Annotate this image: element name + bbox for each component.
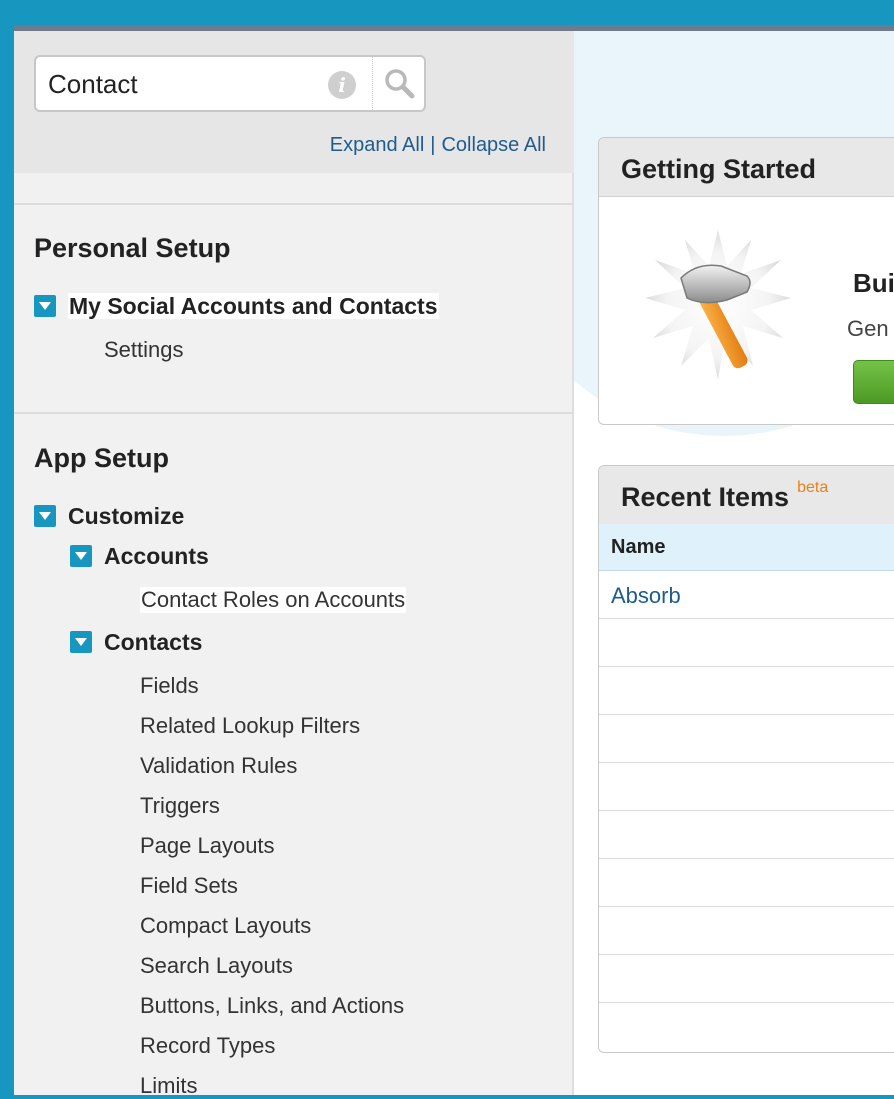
- search-area: i Expand All|Collapse All: [14, 31, 574, 173]
- column-name[interactable]: Name: [611, 536, 665, 559]
- tree-node-contacts[interactable]: Contacts: [104, 629, 202, 656]
- tree-item-field-sets[interactable]: Field Sets: [140, 873, 238, 899]
- recent-items-header: Recent Items beta: [599, 466, 894, 525]
- tree-item-buttons-links-actions[interactable]: Buttons, Links, and Actions: [140, 993, 404, 1019]
- tree-item-record-types[interactable]: Record Types: [140, 1033, 275, 1059]
- tree-item-related-lookup-filters[interactable]: Related Lookup Filters: [140, 713, 360, 739]
- tree-item-triggers[interactable]: Triggers: [140, 793, 220, 819]
- recent-items-panel: Recent Items beta Name Absorb: [598, 465, 894, 1053]
- table-row: [599, 715, 894, 763]
- recent-item-link[interactable]: Absorb: [611, 583, 681, 609]
- tree-item-fields[interactable]: Fields: [140, 673, 199, 699]
- tree-node-social-accounts[interactable]: My Social Accounts and Contacts: [68, 293, 439, 320]
- beta-badge: beta: [797, 479, 829, 496]
- tree-item-compact-layouts[interactable]: Compact Layouts: [140, 913, 311, 939]
- table-row: [599, 811, 894, 859]
- recent-items-title: Recent Items beta: [621, 479, 829, 513]
- table-row: [599, 955, 894, 1003]
- info-icon[interactable]: i: [328, 71, 356, 99]
- table-row: [599, 859, 894, 907]
- getting-started-header: Getting Started: [599, 138, 894, 197]
- search-button[interactable]: [373, 57, 426, 110]
- tree-node-accounts[interactable]: Accounts: [104, 543, 209, 570]
- collapse-all-link[interactable]: Collapse All: [441, 134, 546, 156]
- getting-started-heading: Bui: [853, 268, 894, 298]
- tree-item-search-layouts[interactable]: Search Layouts: [140, 953, 293, 979]
- main-content: Getting Started Bui Gen Recent Items bet…: [574, 31, 894, 1095]
- table-row: [599, 763, 894, 811]
- triangle-down-icon[interactable]: [34, 505, 56, 527]
- section-divider: [14, 412, 574, 414]
- personal-setup-title: Personal Setup: [34, 233, 231, 263]
- table-row: [599, 907, 894, 955]
- tree-links: Expand All | Collapse All: [330, 134, 546, 157]
- tree-node-customize[interactable]: Customize: [68, 503, 184, 530]
- hammer-icon: [645, 230, 791, 380]
- expand-all-link[interactable]: Expand All: [330, 134, 425, 156]
- getting-started-title: Getting Started: [621, 154, 817, 184]
- triangle-down-icon[interactable]: [34, 295, 56, 317]
- tree-item-limits[interactable]: Limits: [140, 1073, 197, 1099]
- recent-items-table-header: Name: [599, 524, 894, 571]
- tree-node-label: My Social Accounts and Contacts: [68, 293, 439, 319]
- table-row: Absorb: [599, 571, 894, 619]
- quick-find-input[interactable]: [48, 67, 318, 101]
- tree-item-settings[interactable]: Settings: [104, 337, 184, 363]
- table-row: [599, 667, 894, 715]
- getting-started-description: Gen: [847, 316, 889, 341]
- search-box: i: [34, 55, 426, 112]
- sidebar-gap: [14, 173, 574, 205]
- search-icon: [385, 69, 415, 99]
- tree-item-contact-roles[interactable]: Contact Roles on Accounts: [140, 587, 407, 613]
- app-setup-title: App Setup: [34, 443, 169, 473]
- table-row: [599, 619, 894, 667]
- triangle-down-icon[interactable]: [70, 631, 92, 653]
- setup-sidebar: i Expand All|Collapse All Personal Setup…: [14, 31, 574, 1098]
- tree-item-page-layouts[interactable]: Page Layouts: [140, 833, 275, 859]
- getting-started-panel: Getting Started Bui Gen: [598, 137, 894, 425]
- tree-item-validation-rules[interactable]: Validation Rules: [140, 753, 297, 779]
- getting-started-button[interactable]: [853, 360, 894, 404]
- recent-items-title-text: Recent Items: [621, 482, 790, 512]
- links-separator: |: [430, 134, 436, 156]
- triangle-down-icon[interactable]: [70, 545, 92, 567]
